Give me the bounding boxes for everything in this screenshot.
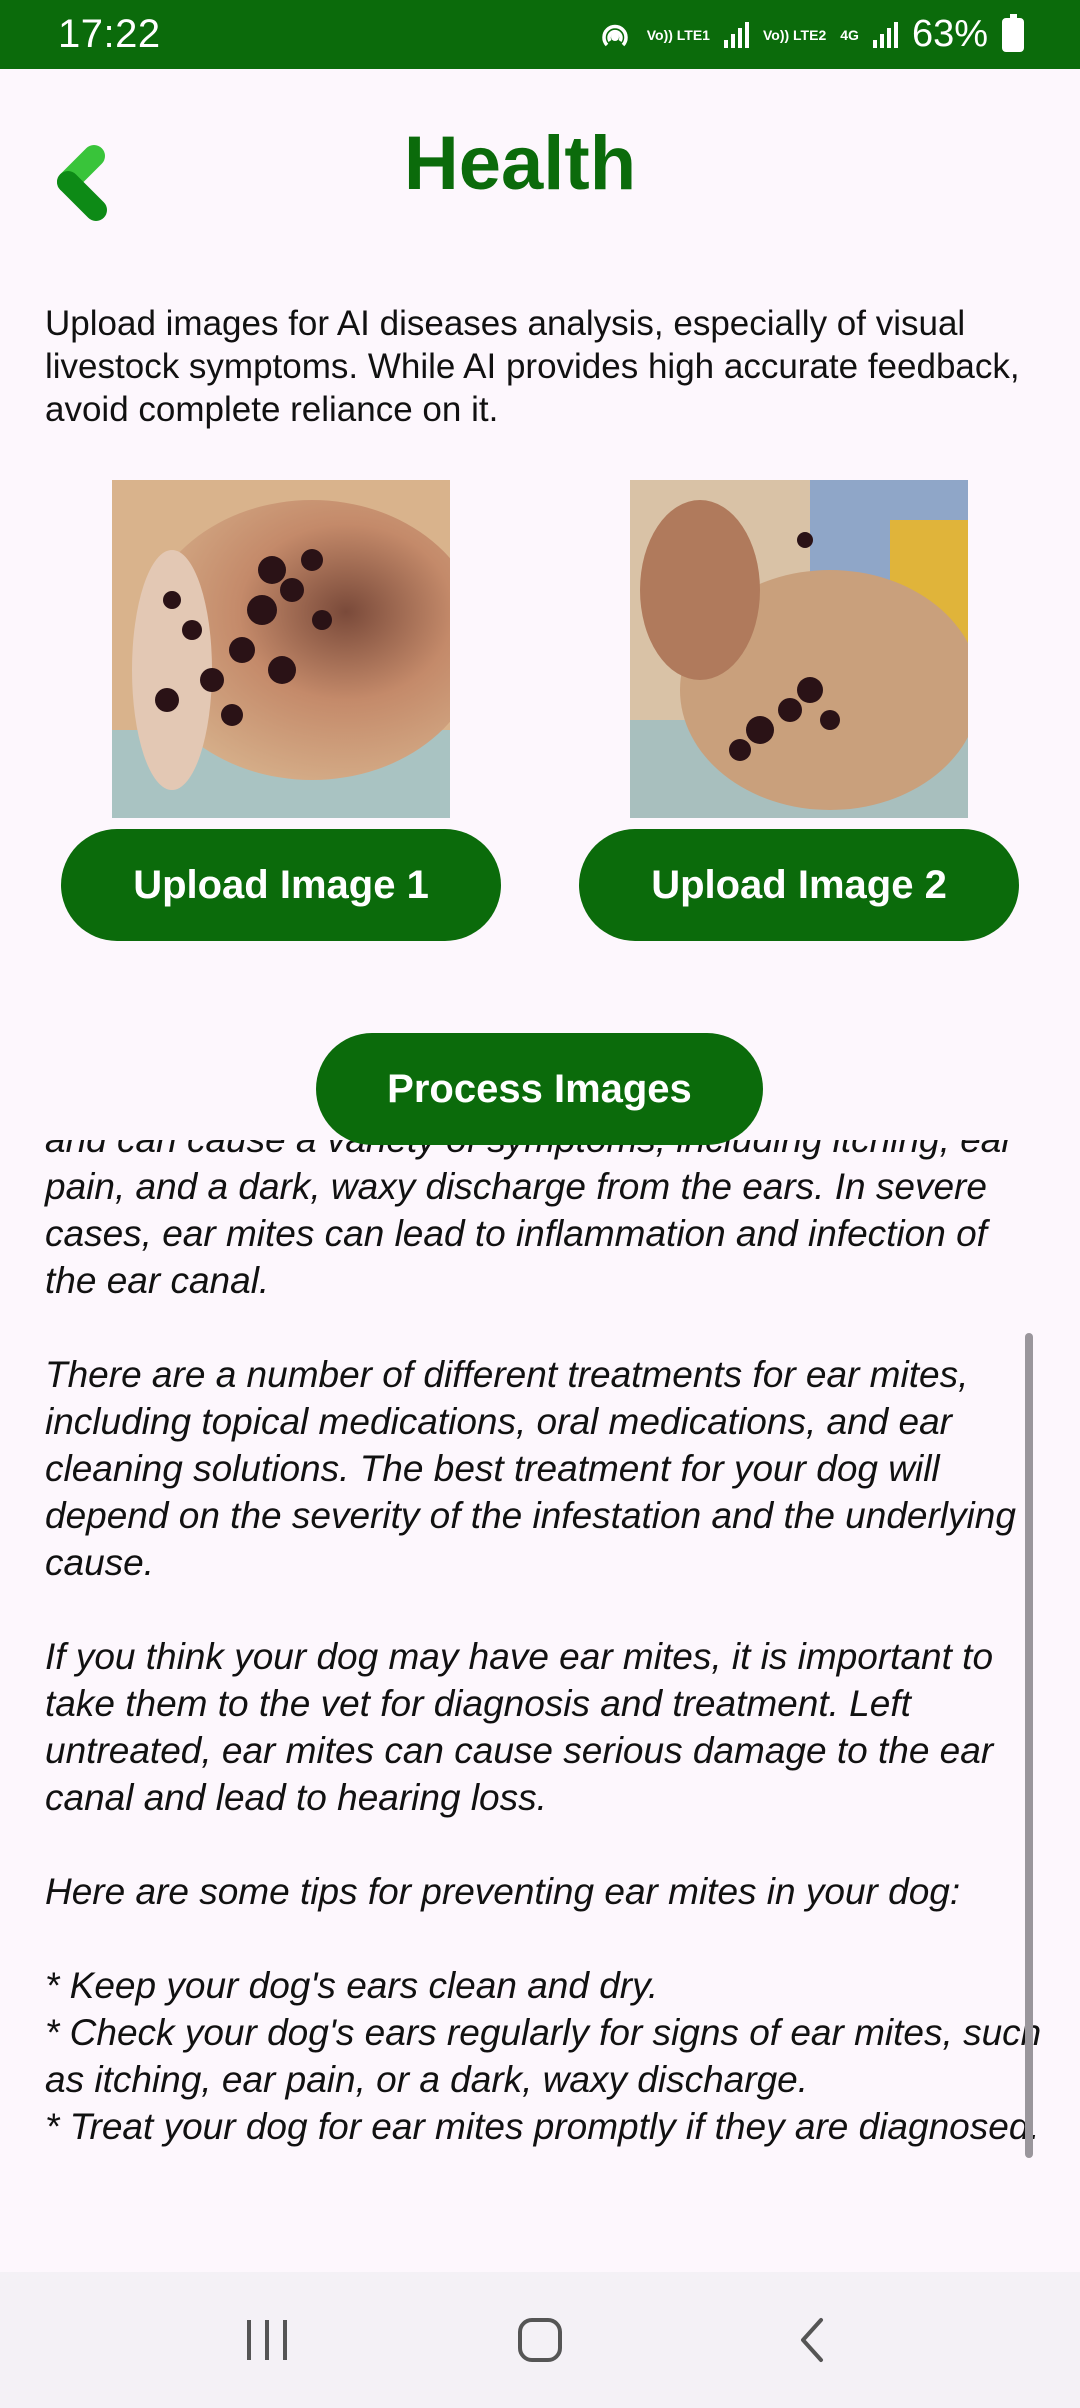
battery-percent: 63% [911,13,988,55]
uploaded-image-2 [630,480,968,818]
home-button[interactable] [480,2300,600,2380]
system-nav-bar [0,2272,1080,2408]
home-icon [517,2318,562,2362]
intro-text: Upload images for AI diseases analysis, … [45,304,1020,429]
back-nav-button[interactable] [753,2300,873,2380]
results-scrollbar[interactable] [1025,1333,1033,2158]
upload-image-1-button[interactable]: Upload Image 1 [61,829,501,941]
page-title: Health [403,121,637,206]
signal-icon-2 [872,21,898,48]
status-time: 17:22 [58,12,161,56]
network-tag-3: 4G [840,26,859,43]
network-tag-1: Vo)) LTE1 [646,26,710,43]
analysis-result-text: and can cause a variety of symptoms, inc… [45,1140,1042,2147]
status-bar: 17:22 Vo)) LTE1 Vo)) LTE2 4G 63% [0,0,1080,69]
uploaded-image-1 [112,480,450,818]
upload-image-2-button[interactable]: Upload Image 2 [579,829,1019,941]
recent-apps-icon [246,2320,287,2360]
signal-icon-1 [723,21,749,48]
hotspot-icon [601,24,628,46]
status-icons: Vo)) LTE1 Vo)) LTE2 4G 63% [597,13,1024,56]
results-panel[interactable]: and can cause a variety of symptoms, inc… [0,1140,1080,2272]
back-arrow-icon [801,2318,824,2362]
process-images-button[interactable]: Process Images [316,1033,763,1145]
battery-icon [1002,13,1024,52]
network-tag-2: Vo)) LTE2 [762,26,827,43]
recent-apps-button[interactable] [207,2300,327,2380]
